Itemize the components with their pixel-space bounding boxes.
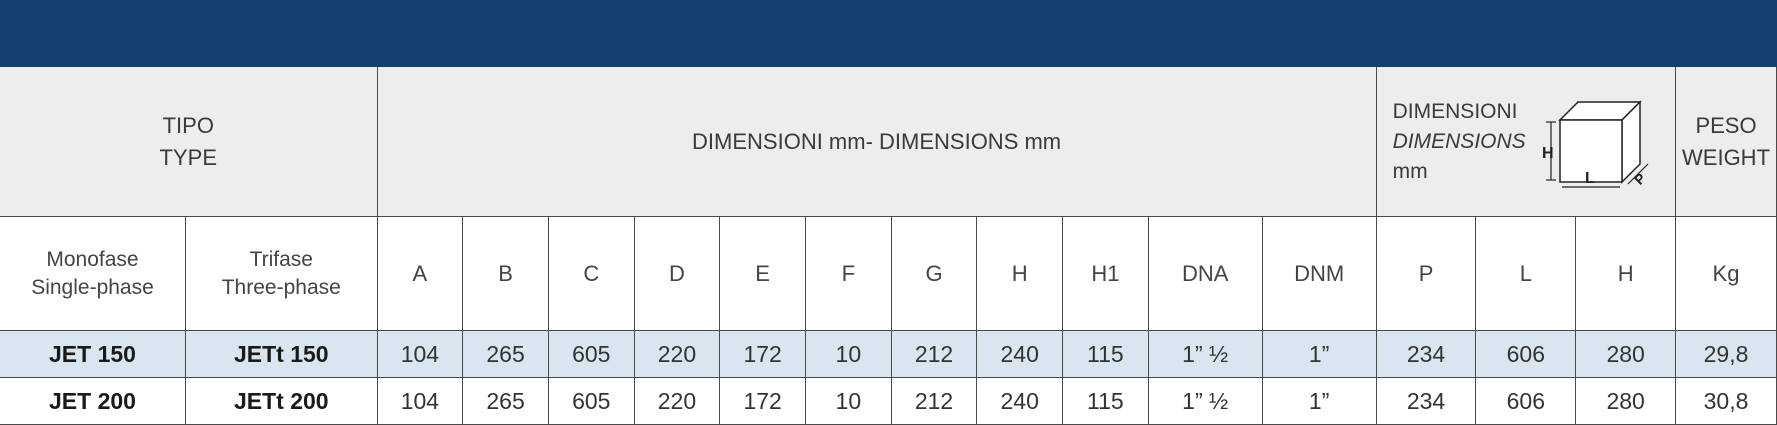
type-header: TIPO TYPE: [0, 67, 378, 217]
spec-table: TIPO TYPE DIMENSIONI mm- DIMENSIONS mm D…: [0, 67, 1777, 425]
col-header-pack-l: L: [1475, 216, 1577, 331]
diagram-h-label: H: [1542, 145, 1554, 162]
type-header-it: TIPO: [162, 112, 214, 138]
diagram-p-label: P: [1630, 169, 1648, 187]
cell-dnm: 1”: [1261, 330, 1377, 378]
cell-pack-h: 280: [1575, 377, 1677, 425]
table-row: JET 150 JETt 150 104 265 605 220 172 10 …: [0, 330, 1777, 378]
col-header-g: G: [890, 216, 978, 331]
cell-pack-h: 280: [1575, 330, 1677, 378]
single-phase-header: Monofase Single-phase: [0, 216, 186, 331]
cell-h1: 115: [1062, 330, 1149, 378]
col-header-e: E: [719, 216, 806, 331]
weight-header: PESO WEIGHT: [1675, 67, 1777, 217]
cell-h1: 115: [1062, 377, 1149, 425]
type-header-en: TYPE: [159, 144, 217, 170]
cell-a: 104: [376, 377, 464, 425]
package-dim-en: DIMENSIONS: [1392, 129, 1526, 153]
cell-pack-p: 234: [1375, 377, 1477, 425]
cell-pack-l: 606: [1475, 377, 1577, 425]
box-dimensions-diagram-icon: H L P: [1542, 99, 1648, 187]
cell-b: 265: [462, 377, 549, 425]
col-header-b: B: [462, 216, 549, 331]
weight-header-en: WEIGHT: [1682, 144, 1771, 170]
cell-f: 10: [804, 330, 892, 378]
col-header-dnm: DNM: [1261, 216, 1377, 331]
package-dim-it: DIMENSIONI: [1392, 99, 1518, 123]
col-header-d: D: [633, 216, 721, 331]
col-header-a: A: [376, 216, 464, 331]
cell-h: 240: [976, 330, 1064, 378]
col-header-h: H: [976, 216, 1064, 331]
table-row: JET 200 JETt 200 104 265 605 220 172 10 …: [0, 377, 1777, 425]
single-phase-en: Single-phase: [31, 275, 154, 299]
three-phase-it: Trifase: [249, 247, 313, 271]
col-header-h1: H1: [1062, 216, 1149, 331]
cell-dna: 1” ½: [1147, 377, 1263, 425]
col-header-pack-p: P: [1375, 216, 1477, 331]
single-phase-it: Monofase: [46, 247, 139, 271]
cell-h: 240: [976, 377, 1064, 425]
top-banner: [0, 0, 1777, 67]
cell-kg: 29,8: [1675, 330, 1777, 378]
cell-e: 172: [719, 330, 806, 378]
cell-c: 605: [547, 330, 635, 378]
cell-b: 265: [462, 330, 549, 378]
cell-d: 220: [633, 330, 721, 378]
three-phase-en: Three-phase: [221, 275, 341, 299]
cell-d: 220: [633, 377, 721, 425]
cell-e: 172: [719, 377, 806, 425]
cell-dna: 1” ½: [1147, 330, 1263, 378]
model-single-phase: JET 150: [0, 330, 186, 378]
diagram-l-label: L: [1585, 170, 1595, 187]
model-three-phase: JETt 150: [185, 330, 378, 378]
cell-g: 212: [890, 330, 978, 378]
header-row-columns: Monofase Single-phase Trifase Three-phas…: [0, 216, 1777, 331]
cell-dnm: 1”: [1261, 377, 1377, 425]
col-header-f: F: [804, 216, 892, 331]
three-phase-header: Trifase Three-phase: [185, 216, 378, 331]
cell-pack-p: 234: [1375, 330, 1477, 378]
cell-kg: 30,8: [1675, 377, 1777, 425]
header-row-top: TIPO TYPE DIMENSIONI mm- DIMENSIONS mm D…: [0, 67, 1777, 217]
model-three-phase: JETt 200: [185, 377, 378, 425]
cell-c: 605: [547, 377, 635, 425]
package-dimensions-header: DIMENSIONI DIMENSIONS mm H L P: [1375, 67, 1677, 217]
cell-f: 10: [804, 377, 892, 425]
package-dim-unit: mm: [1392, 159, 1428, 183]
weight-header-it: PESO: [1695, 112, 1757, 138]
col-header-c: C: [547, 216, 635, 331]
col-header-pack-h: H: [1575, 216, 1677, 331]
col-header-dna: DNA: [1147, 216, 1263, 331]
col-header-kg: Kg: [1675, 216, 1777, 331]
dimensions-header: DIMENSIONI mm- DIMENSIONS mm: [376, 67, 1377, 217]
cell-g: 212: [890, 377, 978, 425]
cell-a: 104: [376, 330, 464, 378]
cell-pack-l: 606: [1475, 330, 1577, 378]
model-single-phase: JET 200: [0, 377, 186, 425]
